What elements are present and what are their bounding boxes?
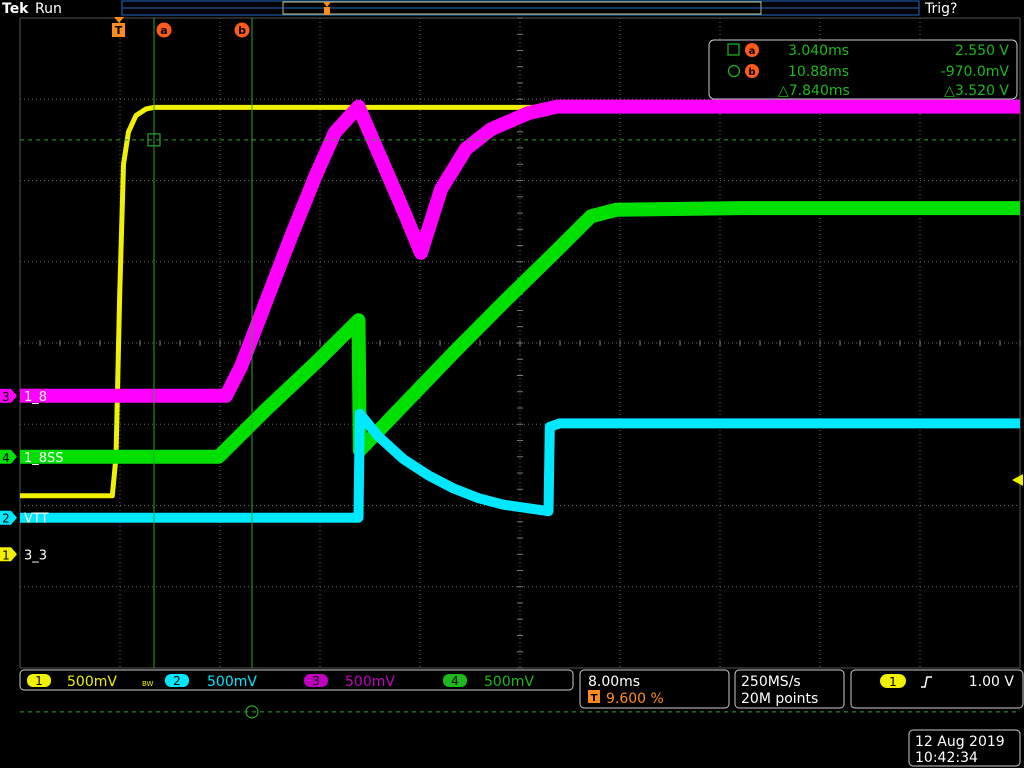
brand-logo: Tek xyxy=(2,1,29,17)
cursor-delta-value: △3.520 V xyxy=(944,83,1009,99)
cursor-b-icon-label: b xyxy=(748,67,755,78)
channel-name: 1_8 xyxy=(24,390,47,405)
ch3-scale: 500mV xyxy=(345,674,395,690)
channel-marker-number: 4 xyxy=(2,451,10,465)
channel-name: 3_3 xyxy=(24,548,47,563)
trigger-source: 1 xyxy=(889,675,897,689)
ch4-setting[interactable]: 4 500mV xyxy=(443,674,534,690)
cursor-delta-time: △7.840ms xyxy=(778,83,850,99)
trigger-settings-box[interactable]: 1 1.00 V xyxy=(850,669,1024,709)
trigger-level: 1.00 V xyxy=(969,674,1015,690)
channel-label-3[interactable]: 3 1_8 xyxy=(0,388,47,405)
run-state: Run xyxy=(35,1,62,17)
cursor-readout-panel: a 3.040ms 2.550 V b 10.88ms -970.0mV △7.… xyxy=(708,39,1018,100)
cursor-a-label: a xyxy=(160,24,167,37)
ch1-scale: 500mV xyxy=(67,674,117,690)
channel-label-1[interactable]: 1 3_3 xyxy=(0,547,47,563)
cursor-b-value: -970.0mV xyxy=(941,64,1010,80)
datetime-box: 12 Aug 2019 10:42:34 xyxy=(908,729,1021,767)
channel-marker-number: 1 xyxy=(2,548,10,562)
channel-marker-number: 2 xyxy=(2,512,10,526)
ch2-number: 2 xyxy=(173,674,181,688)
bandwidth-limit-indicator: BW xyxy=(142,680,154,688)
ch4-scale: 500mV xyxy=(484,674,534,690)
cursor-a-time: 3.040ms xyxy=(788,43,849,59)
channel-name: 1_8SS xyxy=(24,451,64,466)
record-length: 20M points xyxy=(741,691,818,707)
ch3-number: 3 xyxy=(312,674,320,688)
sample-rate: 250MS/s xyxy=(741,674,801,690)
ch1-number: 1 xyxy=(35,674,43,688)
oscilloscope-screen: Tek Run Trig? T a b a 3.040ms 2.550 V b … xyxy=(0,0,1024,768)
channel-label-4[interactable]: 4 1_8SS xyxy=(0,449,64,466)
ch1-setting[interactable]: 1 500mV xyxy=(27,674,117,690)
cursor-a-marker[interactable]: a xyxy=(156,22,172,38)
cursor-b-label: b xyxy=(238,24,246,37)
horizontal-settings-box[interactable]: 8.00ms T 9.600 % xyxy=(579,669,730,709)
channel-marker-number: 3 xyxy=(2,390,10,404)
trigger-position: 9.600 % xyxy=(606,691,664,707)
cursor-b-time: 10.88ms xyxy=(788,64,849,80)
channel-label-2[interactable]: 2 VTT xyxy=(0,510,49,527)
ch3-setting[interactable]: 3 500mV xyxy=(304,674,395,690)
trigger-state: Trig? xyxy=(924,1,957,17)
trigger-position-icon-label: T xyxy=(591,693,598,704)
ch4-number: 4 xyxy=(451,674,459,688)
cursor-a-icon-label: a xyxy=(749,46,756,57)
cursor-a-value: 2.550 V xyxy=(955,43,1010,59)
acquisition-settings-box[interactable]: 250MS/s 20M points xyxy=(734,669,845,709)
trigger-marker-label: T xyxy=(115,24,123,37)
date: 12 Aug 2019 xyxy=(915,734,1005,750)
channel-name: VTT xyxy=(24,512,49,527)
ch2-setting[interactable]: 2 500mV xyxy=(165,674,257,690)
timebase: 8.00ms xyxy=(588,674,640,690)
ch2-scale: 500mV xyxy=(207,674,257,690)
time: 10:42:34 xyxy=(915,750,978,766)
cursor-b-marker[interactable]: b xyxy=(234,22,250,38)
